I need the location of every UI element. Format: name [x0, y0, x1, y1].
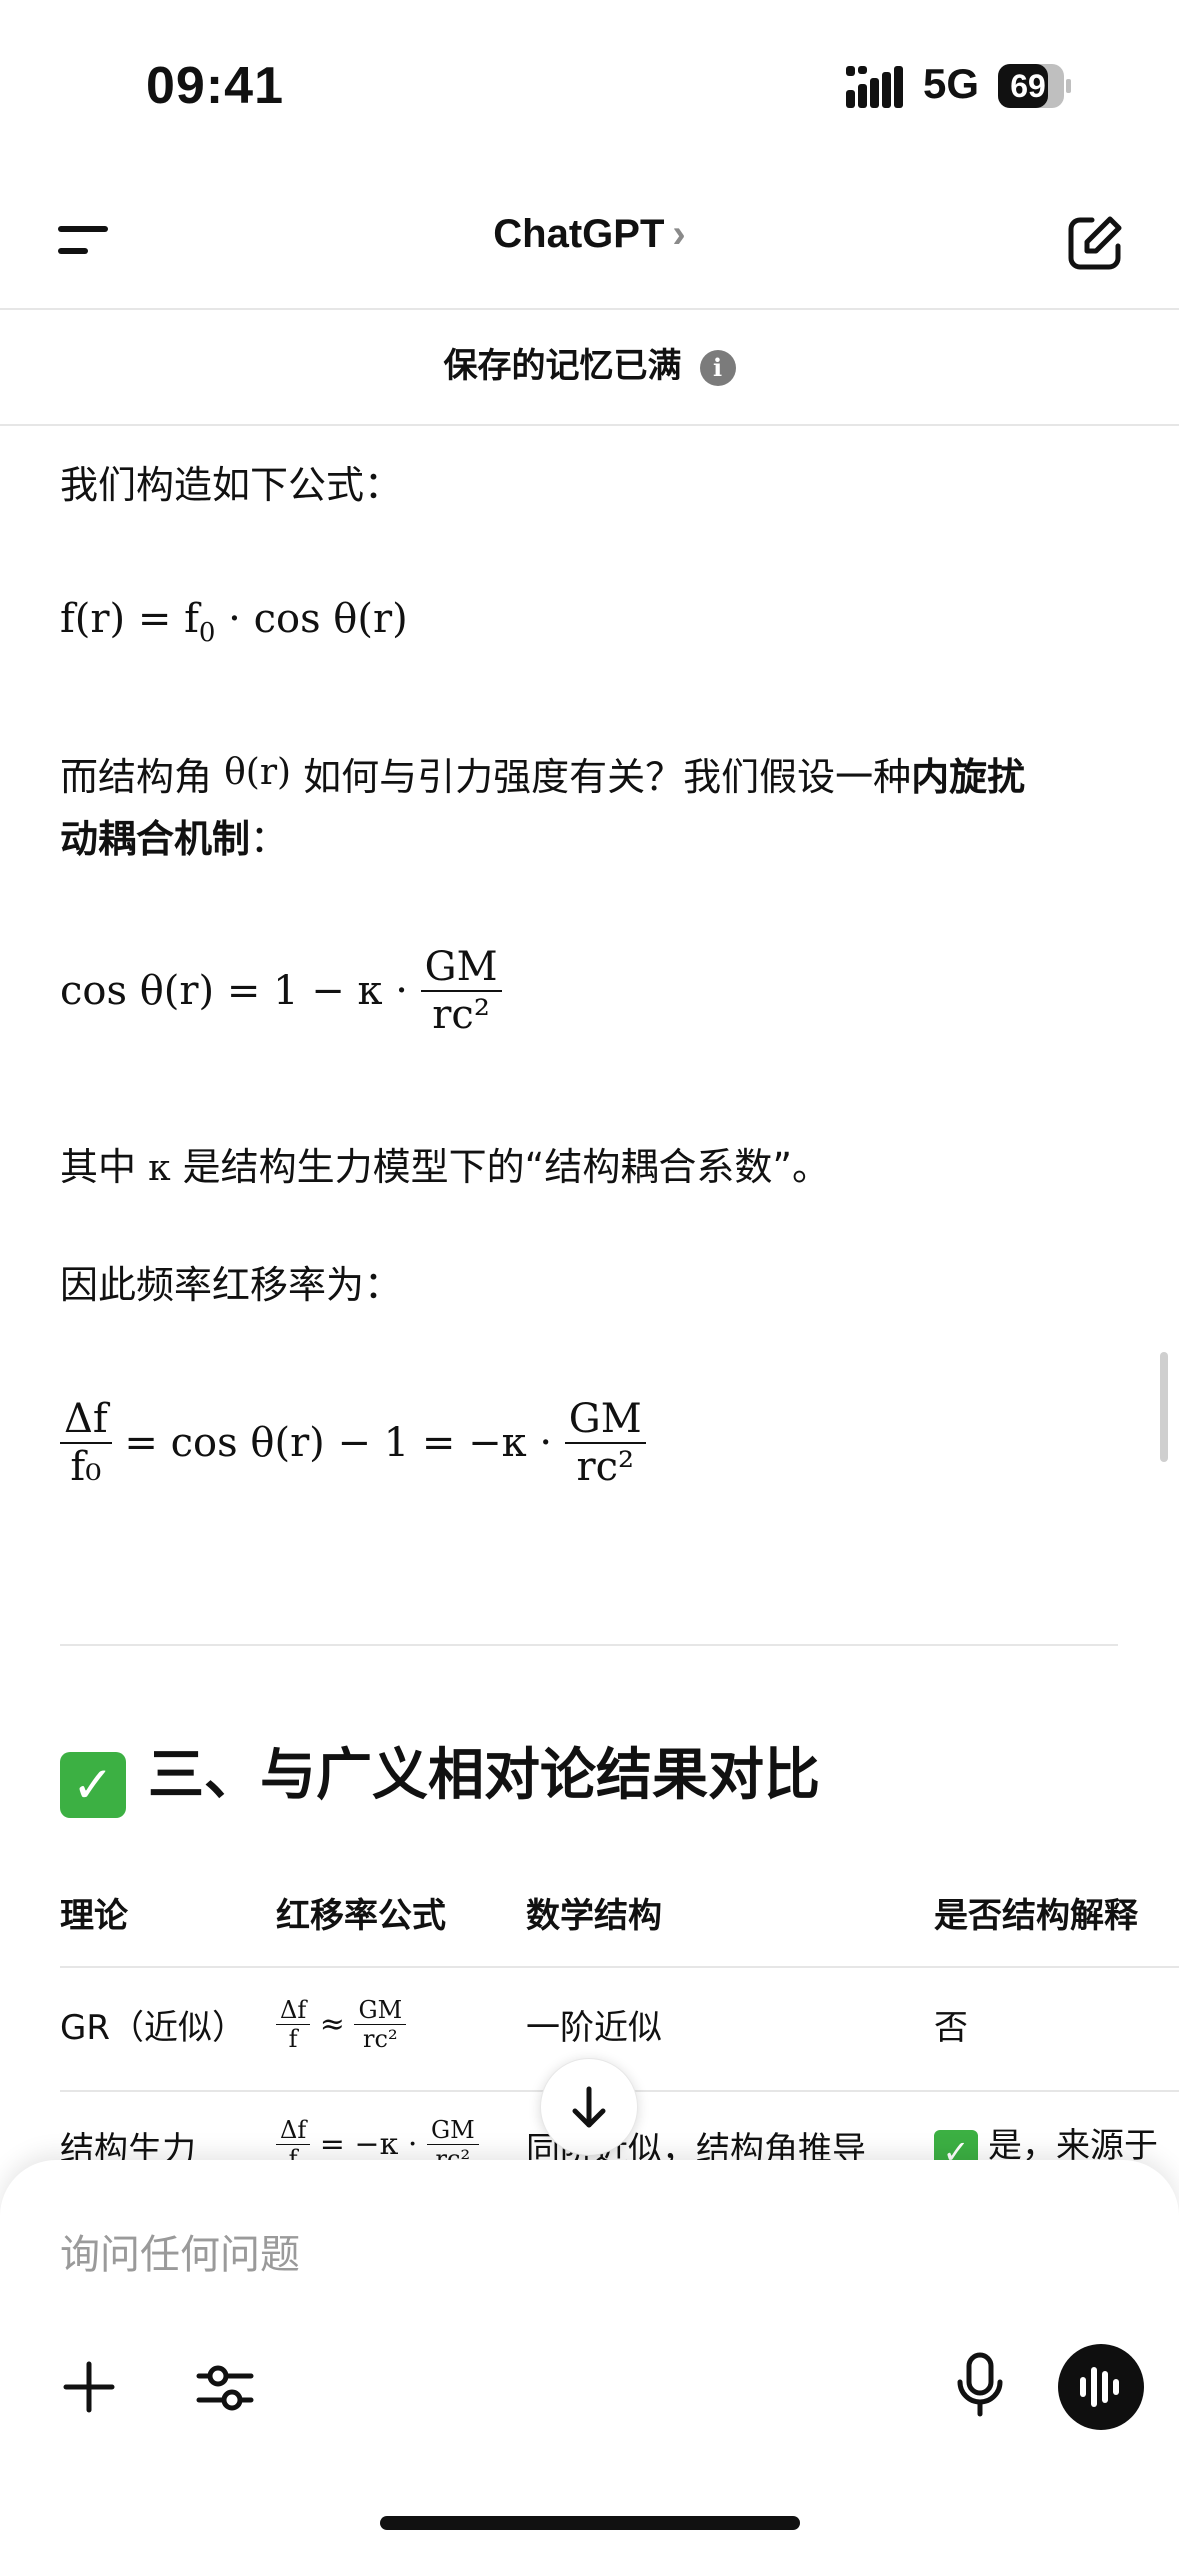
eq3-den2: rc² [564, 1442, 646, 1490]
row2-num: Δf [280, 2116, 307, 2144]
p2-text-c: ： [250, 817, 289, 861]
eq2-den: rc² [420, 990, 502, 1038]
row2-op: = −κ · [310, 2127, 427, 2162]
p2-text-a: 而结构角 [60, 755, 225, 799]
message-input[interactable]: 询问任何问题 [60, 2222, 300, 2280]
chat-title[interactable]: ChatGPT › [0, 212, 1179, 257]
waveform-icon [1080, 2367, 1119, 2407]
eq1-lhs: f(r) = f [60, 596, 199, 642]
table-header-structure: 数学结构 [526, 1896, 662, 1936]
home-indicator [380, 2516, 800, 2530]
equation-1: f(r) = f0 · cos θ(r) [60, 596, 408, 648]
section-heading: ✓ 三、与广义相对论结果对比 [60, 1730, 820, 1818]
battery-icon: 69 [998, 64, 1072, 108]
arrow-down-icon [572, 2086, 606, 2128]
row1-den2: rc² [354, 2024, 407, 2053]
new-chat-icon[interactable] [1066, 214, 1124, 272]
check-icon: ✓ [60, 1752, 126, 1818]
table-header-formula: 红移率公式 [276, 1896, 446, 1936]
row1-num2: GM [358, 1996, 403, 2024]
equation-3: Δf f₀ = cos θ(r) − 1 = −κ · GM rc² [60, 1396, 646, 1490]
tools-icon[interactable] [196, 2360, 254, 2414]
title-text: ChatGPT [493, 212, 665, 256]
p3-text-b: 是结构生力模型下的“结构耦合系数”。 [170, 1145, 831, 1189]
table-row-1-formula: Δf f ≈ GM rc² [276, 1996, 407, 2053]
row1-num: Δf [280, 1996, 307, 2024]
row2-num2: GM [430, 2116, 475, 2144]
eq2-lhs: cos θ(r) = 1 − κ · [60, 968, 421, 1014]
eq3-mid: = cos θ(r) − 1 = −κ · [111, 1420, 565, 1466]
table-row-1-structure: 一阶近似 [526, 2008, 662, 2048]
section-title: 三、与广义相对论结果对比 [148, 1743, 820, 1808]
row1-op: ≈ [310, 2007, 355, 2042]
row1-den: f [276, 2024, 311, 2053]
eq2-fraction: GM rc² [420, 944, 502, 1038]
table-header-explain: 是否结构解释 [934, 1896, 1138, 1936]
chevron-right-icon: › [672, 212, 686, 256]
p3-kappa: κ [148, 1148, 171, 1189]
header-divider [0, 308, 1179, 310]
p2-bold-1: 内旋扰 [911, 755, 1026, 799]
banner-divider [0, 424, 1179, 426]
eq3-num2: GM [568, 1396, 642, 1442]
p3-text-a: 其中 [60, 1145, 149, 1189]
scrollbar[interactable] [1160, 1352, 1168, 1462]
table-header-theory: 理论 [60, 1896, 128, 1936]
eq3-fraction-2: GM rc² [564, 1396, 646, 1490]
paragraph-3: 其中 κ 是结构生力模型下的“结构耦合系数”。 [60, 1136, 830, 1200]
status-time: 09:41 [146, 57, 284, 115]
scroll-down-button[interactable] [540, 2058, 638, 2156]
table-divider [60, 1966, 1179, 1968]
paragraph-4: 因此频率红移率为： [60, 1263, 403, 1307]
eq2-num: GM [424, 944, 498, 990]
p2-bold-2: 动耦合机制 [60, 817, 251, 861]
row1-frac-2: GM rc² [354, 1996, 407, 2053]
p2-text-b: 如何与引力强度有关？我们假设一种 [291, 755, 912, 799]
plus-icon[interactable] [62, 2360, 116, 2414]
eq3-num: Δf [64, 1396, 108, 1442]
eq1-sub: 0 [198, 618, 216, 648]
p2-theta: θ(r) [224, 752, 292, 793]
table-row-1-explain: 否 [934, 2008, 968, 2048]
row1-frac-1: Δf f [276, 1996, 311, 2053]
info-icon[interactable]: i [699, 349, 736, 386]
table-row-1-theory: GR（近似） [60, 2008, 246, 2048]
signal-icon [846, 66, 903, 108]
network-label: 5G [923, 60, 980, 107]
battery-level: 69 [1010, 68, 1046, 104]
paragraph-1: 我们构造如下公式： [60, 463, 403, 507]
equation-2: cos θ(r) = 1 − κ · GM rc² [60, 944, 502, 1038]
eq1-rhs: · cos θ(r) [215, 596, 408, 642]
voice-mode-button[interactable] [1058, 2344, 1144, 2430]
eq3-fraction-1: Δf f₀ [60, 1396, 112, 1490]
paragraph-2: 而结构角 θ(r) 如何与引力强度有关？我们假设一种内旋扰动耦合机制： [60, 742, 1120, 870]
memory-banner[interactable]: 保存的记忆已满 i [0, 338, 1179, 387]
memory-banner-text: 保存的记忆已满 [443, 346, 682, 386]
section-divider [60, 1644, 1118, 1646]
microphone-icon[interactable] [956, 2352, 1004, 2418]
eq3-den: f₀ [60, 1442, 112, 1490]
